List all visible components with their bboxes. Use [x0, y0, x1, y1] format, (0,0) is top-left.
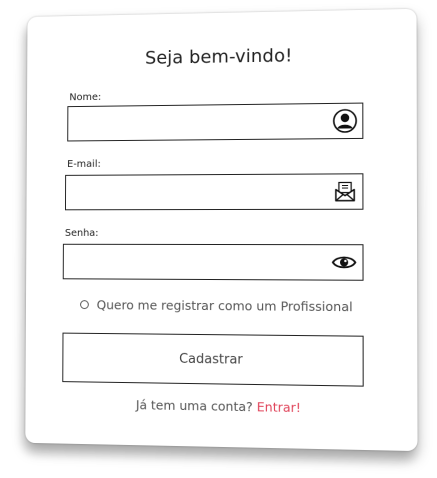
login-link[interactable]: Entrar!: [257, 399, 301, 415]
page: Seja bem-vindo! Nome: E-mail: Senha: Que…: [0, 0, 437, 478]
email-field-box: [65, 173, 363, 210]
login-prompt: Já tem uma conta? Entrar!: [25, 395, 417, 417]
password-field-box: [63, 244, 364, 281]
mail-icon: [334, 180, 356, 202]
password-label: Senha:: [65, 228, 99, 239]
name-label: Nome:: [69, 92, 101, 103]
password-input[interactable]: [64, 245, 317, 280]
name-input[interactable]: [68, 104, 317, 140]
name-field-box: [67, 103, 363, 142]
professional-radio[interactable]: [80, 300, 89, 309]
professional-option-label: Quero me registrar como um Profissional: [97, 297, 353, 314]
signup-card: Seja bem-vindo! Nome: E-mail: Senha: Que…: [25, 9, 417, 451]
login-prompt-text: Já tem uma conta?: [136, 397, 253, 414]
eye-icon[interactable]: [332, 254, 357, 270]
email-input[interactable]: [66, 175, 317, 210]
professional-option[interactable]: Quero me registrar como um Profissional: [80, 297, 353, 314]
user-icon: [333, 109, 357, 133]
email-label: E-mail:: [67, 159, 101, 170]
register-button[interactable]: Cadastrar: [62, 333, 363, 387]
page-title: Seja bem-vindo!: [27, 43, 416, 70]
